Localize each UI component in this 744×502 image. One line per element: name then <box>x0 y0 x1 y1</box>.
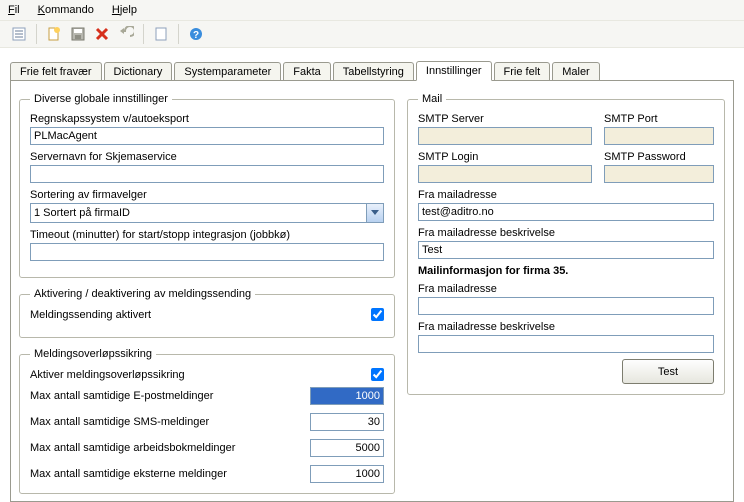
mail-legend: Mail <box>418 93 446 105</box>
tab-maler[interactable]: Maler <box>552 62 600 81</box>
mailinfo-firma-heading: Mailinformasjon for firma 35. <box>418 265 714 277</box>
smtp-port-input[interactable] <box>604 127 714 145</box>
tabpanel-innstillinger: Diverse globale innstillinger Regnskapss… <box>10 80 734 502</box>
sortering-select[interactable]: 1 Sortert på firmaID <box>30 203 384 223</box>
max-epost-label: Max antall samtidige E-postmeldinger <box>30 390 213 402</box>
fra-mailadresse2-label: Fra mailadresse <box>418 283 714 295</box>
servernavn-label: Servernavn for Skjemaservice <box>30 151 384 163</box>
fra-mail-beskrivelse-input[interactable] <box>418 241 714 259</box>
tab-dictionary[interactable]: Dictionary <box>104 62 173 81</box>
smtp-port-label: SMTP Port <box>604 113 714 125</box>
page-icon[interactable] <box>150 23 172 45</box>
content-area: Frie felt fravær Dictionary Systemparame… <box>0 48 744 502</box>
smtp-password-input[interactable] <box>604 165 714 183</box>
toolbar: ? <box>0 20 744 48</box>
right-column: Mail SMTP Server SMTP Port <box>407 93 725 493</box>
left-column: Diverse globale innstillinger Regnskapss… <box>19 93 395 493</box>
max-arbeidsbok-input[interactable] <box>310 439 384 457</box>
save-icon[interactable] <box>67 23 89 45</box>
chevron-down-icon <box>366 204 383 222</box>
tabstrip: Frie felt fravær Dictionary Systemparame… <box>10 58 734 80</box>
max-eksterne-input[interactable] <box>310 465 384 483</box>
tab-systemparameter[interactable]: Systemparameter <box>174 62 281 81</box>
tab-frie-felt[interactable]: Frie felt <box>494 62 551 81</box>
meldingssending-aktivert-label: Meldingssending aktivert <box>30 309 151 321</box>
meldingsoverlop-legend: Meldingsoverløpssikring <box>30 348 156 360</box>
fra-mailadresse2-input[interactable] <box>418 297 714 315</box>
max-arbeidsbok-label: Max antall samtidige arbeidsbokmeldinger <box>30 442 235 454</box>
sortering-label: Sortering av firmavelger <box>30 189 384 201</box>
menu-hjelp[interactable]: Hjelp <box>112 4 137 16</box>
smtp-password-label: SMTP Password <box>604 151 714 163</box>
aktivering-legend: Aktivering / deaktivering av meldingssen… <box>30 288 255 300</box>
max-epost-input[interactable] <box>310 387 384 405</box>
fra-mail-beskrivelse2-input[interactable] <box>418 335 714 353</box>
toolbar-separator <box>36 24 37 44</box>
test-button-label: Test <box>658 366 678 378</box>
toolbar-separator <box>143 24 144 44</box>
fra-mail-beskrivelse-label: Fra mailadresse beskrivelse <box>418 227 714 239</box>
tab-frie-felt-fravaer[interactable]: Frie felt fravær <box>10 62 102 81</box>
menu-file[interactable]: Fil <box>8 4 20 16</box>
new-icon[interactable] <box>43 23 65 45</box>
tabs: Frie felt fravær Dictionary Systemparame… <box>10 58 734 502</box>
meldingsoverlop-group: Meldingsoverløpssikring Aktiver meldings… <box>19 348 395 494</box>
smtp-server-label: SMTP Server <box>418 113 592 125</box>
regnskapssystem-label: Regnskapssystem v/autoeksport <box>30 113 384 125</box>
smtp-login-label: SMTP Login <box>418 151 592 163</box>
aktiver-overlop-label: Aktiver meldingsoverløpssikring <box>30 369 185 381</box>
regnskapssystem-input[interactable] <box>30 127 384 145</box>
tab-innstillinger[interactable]: Innstillinger <box>416 61 492 81</box>
diverse-globale-group: Diverse globale innstillinger Regnskapss… <box>19 93 395 278</box>
app-window: Fil Kommando Hjelp ? <box>0 0 744 502</box>
svg-text:?: ? <box>193 30 199 41</box>
test-button[interactable]: Test <box>622 359 714 384</box>
sortering-select-value: 1 Sortert på firmaID <box>34 207 130 219</box>
fra-mail-beskrivelse2-label: Fra mailadresse beskrivelse <box>418 321 714 333</box>
help-icon[interactable]: ? <box>185 23 207 45</box>
delete-icon[interactable] <box>91 23 113 45</box>
max-sms-input[interactable] <box>310 413 384 431</box>
timeout-label: Timeout (minutter) for start/stopp integ… <box>30 229 384 241</box>
aktivering-group: Aktivering / deaktivering av meldingssen… <box>19 288 395 338</box>
aktiver-overlop-checkbox[interactable] <box>371 368 384 381</box>
tab-fakta[interactable]: Fakta <box>283 62 331 81</box>
undo-icon[interactable] <box>115 23 137 45</box>
toolbar-separator <box>178 24 179 44</box>
mail-group: Mail SMTP Server SMTP Port <box>407 93 725 395</box>
max-eksterne-label: Max antall samtidige eksterne meldinger <box>30 468 227 480</box>
diverse-globale-legend: Diverse globale innstillinger <box>30 93 172 105</box>
menubar: Fil Kommando Hjelp <box>0 0 744 20</box>
smtp-login-input[interactable] <box>418 165 592 183</box>
max-sms-label: Max antall samtidige SMS-meldinger <box>30 416 209 428</box>
servernavn-input[interactable] <box>30 165 384 183</box>
smtp-server-input[interactable] <box>418 127 592 145</box>
menu-kommando[interactable]: Kommando <box>38 4 94 16</box>
properties-icon[interactable] <box>8 23 30 45</box>
tab-tabellstyring[interactable]: Tabellstyring <box>333 62 414 81</box>
meldingssending-aktivert-checkbox[interactable] <box>371 308 384 321</box>
timeout-input[interactable] <box>30 243 384 261</box>
fra-mailadresse-input[interactable] <box>418 203 714 221</box>
fra-mailadresse-label: Fra mailadresse <box>418 189 714 201</box>
